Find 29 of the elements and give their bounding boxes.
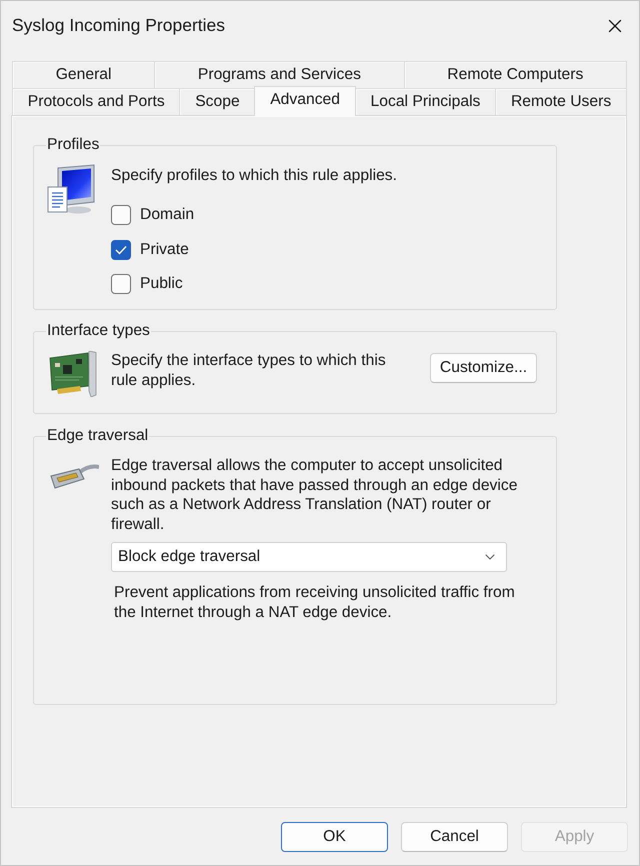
tab[interactable]: Protocols and Ports <box>12 88 180 115</box>
tab[interactable]: General <box>12 61 156 88</box>
tab[interactable]: Advanced <box>254 86 356 116</box>
tab[interactable]: Local Principals <box>354 88 496 115</box>
group-title: Interface types <box>46 322 151 340</box>
checkbox-label[interactable]: Private <box>140 240 189 260</box>
tab[interactable]: Remote Users <box>495 88 627 115</box>
window-title: Syslog Incoming Properties <box>12 14 226 38</box>
check-icon <box>115 244 127 254</box>
checkbox-label[interactable]: Public <box>140 274 183 294</box>
checkbox[interactable] <box>111 205 131 225</box>
monitor-document-icon <box>46 164 96 214</box>
network-card-icon <box>49 351 99 397</box>
interface-types-description: Specify the interface types to which this rule applies. <box>111 351 387 391</box>
edge-traversal-note: Prevent applications from receiving unsolicited traffic from the Internet through a NAT edge device. <box>114 583 516 622</box>
checkbox[interactable] <box>111 240 131 260</box>
group-title: Profiles <box>46 136 100 154</box>
checkbox-label[interactable]: Domain <box>140 205 194 225</box>
tab[interactable]: Programs and Services <box>154 61 405 88</box>
tab[interactable]: Remote Computers <box>404 61 627 88</box>
tab[interactable]: Scope <box>179 88 256 115</box>
profiles-description: Specify profiles to which this rule applies. <box>111 166 397 186</box>
dialog-button[interactable]: OK <box>281 822 388 852</box>
dialog-button[interactable]: Cancel <box>401 822 508 852</box>
edge-traversal-description: Edge traversal allows the computer to accept unsolicited inbound packets that have passed through an edge device such as a Network Address Translation (NAT) router or firewall. <box>111 456 518 534</box>
checkbox[interactable] <box>111 274 131 294</box>
group-title: Edge traversal <box>46 427 150 445</box>
edge-traversal-dropdown[interactable]: Block edge traversal <box>111 542 507 572</box>
customize-button[interactable]: Customize... <box>430 353 537 383</box>
